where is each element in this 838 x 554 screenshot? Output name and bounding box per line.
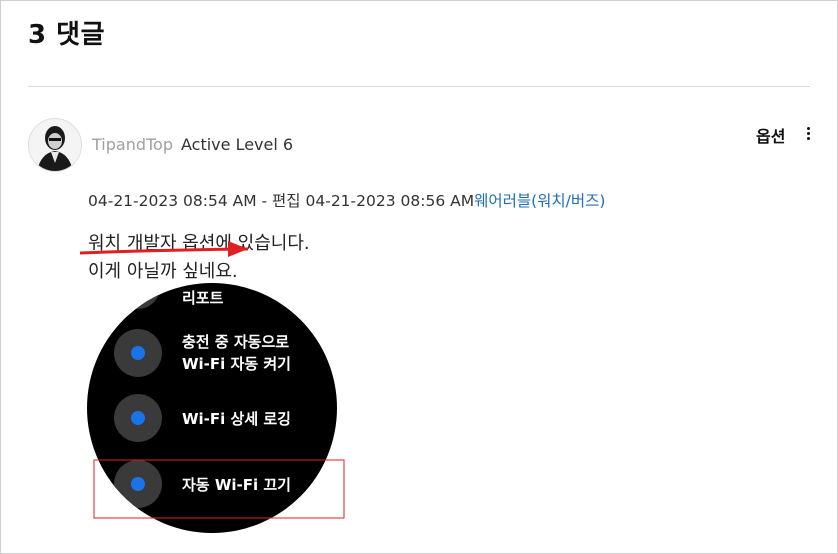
menu-item-report: 리포트 [182,289,224,307]
attached-image[interactable]: 리포트 충전 중 자동으로 Wi-Fi 자동 켜기 Wi-Fi 상세 로깅 자동… [86,283,346,545]
board-link[interactable]: 웨어러블(워치/버즈) [474,192,605,210]
toggle-dot [131,477,145,491]
watch-screenshot: 리포트 충전 중 자동으로 Wi-Fi 자동 켜기 Wi-Fi 상세 로깅 자동… [87,283,345,533]
meta-separator: - [256,192,273,210]
menu-item-wifi-logging: Wi-Fi 상세 로깅 [182,410,291,428]
options-button[interactable]: 옵션 [756,123,785,147]
avatar[interactable] [28,118,82,172]
toggle-dot [131,411,145,425]
edited-date: 04-21-2023 08:56 AM [305,192,475,210]
divider [28,86,810,87]
posted-date: 04-21-2023 08:54 AM [88,192,257,210]
username[interactable]: TipandTop [92,135,173,154]
section-title: 3 댓글 [28,20,105,50]
avatar-image [29,119,81,171]
menu-item-wifi-charging-line2: Wi-Fi 자동 켜기 [182,355,291,373]
menu-item-wifi-charging-line1: 충전 중 자동으로 [182,333,289,351]
user-rank: Active Level 6 [181,135,294,154]
edited-label: 편집 [272,192,301,210]
annotation-arrow [79,241,249,257]
toggle-dot [131,346,145,360]
more-options-icon[interactable] [803,125,813,145]
comment-meta: 04-21-2023 08:54 AM - 편집 04-21-2023 08:5… [88,189,605,211]
menu-item-auto-wifi-off: 자동 Wi-Fi 끄기 [182,476,291,494]
